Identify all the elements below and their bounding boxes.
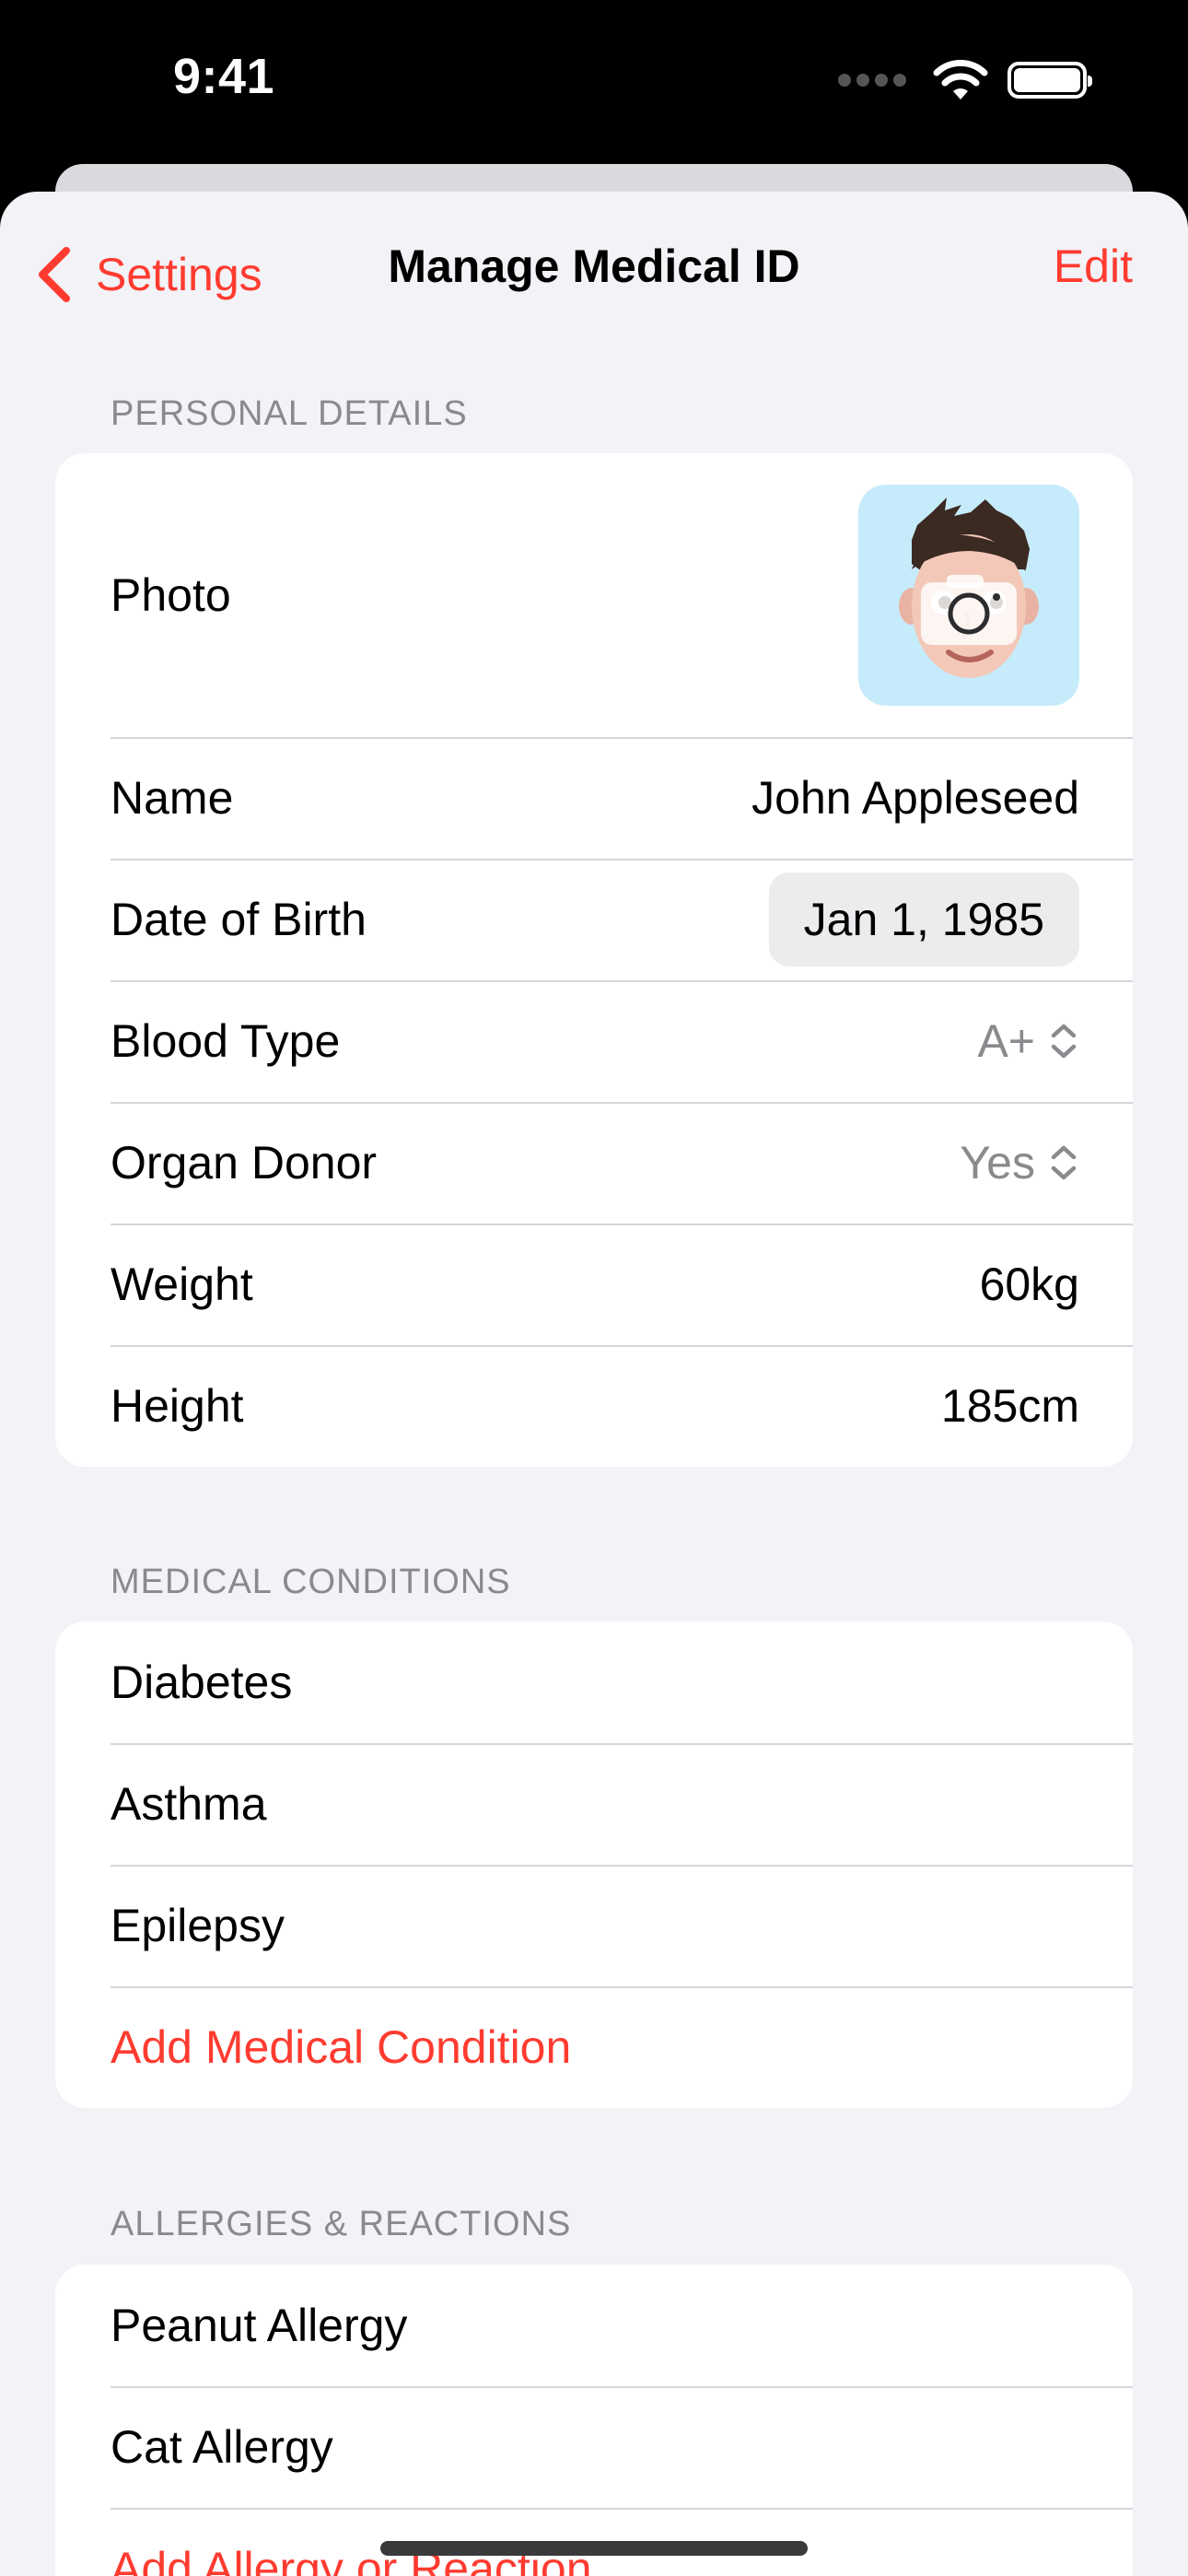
- date-of-birth-picker[interactable]: Jan 1, 1985: [768, 872, 1079, 966]
- name-value: John Appleseed: [751, 772, 1079, 824]
- edit-button[interactable]: Edit: [1054, 240, 1133, 293]
- profile-photo[interactable]: [858, 485, 1079, 706]
- list-item[interactable]: Asthma: [55, 1743, 1133, 1865]
- name-label: Name: [111, 772, 234, 824]
- list-item[interactable]: Epilepsy: [55, 1865, 1133, 1986]
- camera-icon: [921, 575, 1017, 645]
- cellular-signal-icon: [838, 74, 906, 87]
- height-label: Height: [111, 1380, 244, 1432]
- battery-icon: [1007, 62, 1092, 99]
- allergy-label: Peanut Allergy: [111, 2300, 408, 2351]
- allergies-card: Peanut Allergy Cat Allergy Add Allergy o…: [55, 2265, 1133, 2576]
- allergies-header: ALLERGIES & REACTIONS: [111, 2205, 572, 2243]
- list-item[interactable]: Cat Allergy: [55, 2386, 1133, 2508]
- list-item[interactable]: Diabetes: [55, 1622, 1133, 1743]
- medical-id-sheet: Settings Manage Medical ID Edit PERSONAL…: [0, 192, 1188, 2576]
- organ-donor-picker[interactable]: Yes: [960, 1136, 1079, 1189]
- blood-type-label: Blood Type: [111, 1015, 341, 1067]
- name-row[interactable]: Name John Appleseed: [55, 737, 1133, 859]
- height-value: 185cm: [940, 1380, 1079, 1432]
- photo-label: Photo: [111, 569, 231, 621]
- allergy-label: Cat Allergy: [111, 2421, 333, 2473]
- weight-label: Weight: [111, 1259, 253, 1310]
- home-indicator[interactable]: [380, 2541, 808, 2556]
- list-item[interactable]: Peanut Allergy: [55, 2265, 1133, 2386]
- status-icons: [838, 57, 1092, 103]
- blood-type-picker[interactable]: A+: [977, 1014, 1079, 1068]
- organ-donor-value: Yes: [960, 1137, 1035, 1188]
- personal-details-header: PERSONAL DETAILS: [111, 394, 468, 433]
- date-of-birth-row: Date of Birth Jan 1, 1985: [55, 859, 1133, 980]
- back-button[interactable]: Settings: [33, 238, 262, 311]
- status-time: 9:41: [173, 49, 275, 104]
- date-of-birth-label: Date of Birth: [111, 894, 367, 945]
- chevron-up-down-icon: [1051, 1024, 1077, 1059]
- weight-row[interactable]: Weight 60kg: [55, 1224, 1133, 1345]
- add-medical-condition-button[interactable]: Add Medical Condition: [55, 1986, 1133, 2108]
- organ-donor-row: Organ Donor Yes: [55, 1102, 1133, 1224]
- status-bar: 9:41: [0, 0, 1188, 166]
- condition-label: Asthma: [111, 1778, 267, 1830]
- height-row[interactable]: Height 185cm: [55, 1345, 1133, 1467]
- blood-type-row: Blood Type A+: [55, 980, 1133, 1102]
- medical-conditions-header: MEDICAL CONDITIONS: [111, 1563, 511, 1601]
- wifi-icon: [933, 59, 988, 100]
- condition-label: Epilepsy: [111, 1900, 285, 1951]
- blood-type-value: A+: [977, 1015, 1035, 1067]
- medical-conditions-card: Diabetes Asthma Epilepsy Add Medical Con…: [55, 1622, 1133, 2108]
- personal-details-card: Photo Name John Appleseed Date of Birth …: [55, 453, 1133, 1467]
- back-button-label: Settings: [96, 249, 262, 300]
- add-medical-condition-label: Add Medical Condition: [111, 2021, 572, 2073]
- photo-row: Photo: [55, 453, 1133, 737]
- navigation-bar: Settings Manage Medical ID Edit: [0, 192, 1188, 348]
- condition-label: Diabetes: [111, 1657, 293, 1708]
- weight-value: 60kg: [979, 1259, 1079, 1310]
- chevron-up-down-icon: [1051, 1145, 1077, 1180]
- chevron-left-icon: [39, 247, 70, 302]
- organ-donor-label: Organ Donor: [111, 1137, 378, 1188]
